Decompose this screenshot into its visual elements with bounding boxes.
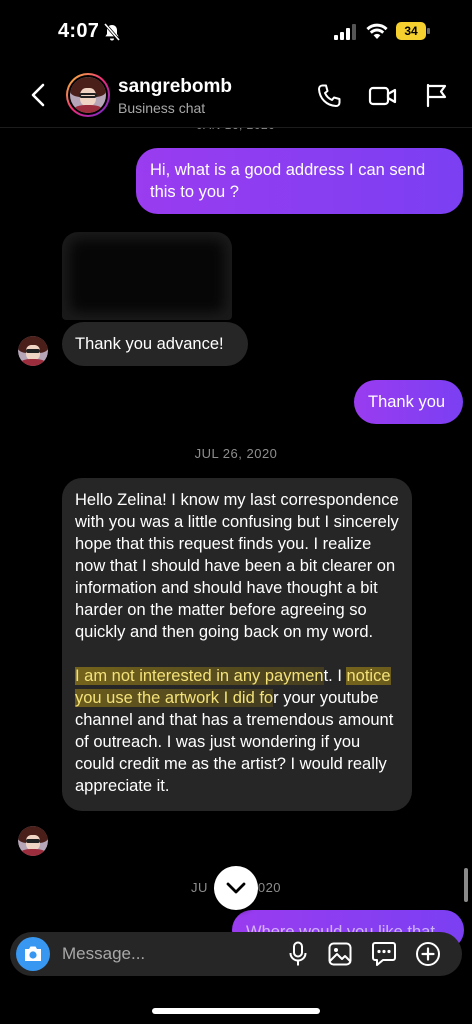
contact-name[interactable]: sangrebomb bbox=[118, 76, 232, 98]
sticker-chat-icon[interactable] bbox=[371, 941, 397, 967]
bell-muted-icon bbox=[103, 23, 121, 41]
video-camera-icon[interactable] bbox=[368, 84, 398, 108]
camera-button[interactable] bbox=[16, 937, 50, 971]
message-paragraph: Hello Zelina! I know my last corresponde… bbox=[75, 491, 399, 641]
battery-indicator: 34 bbox=[396, 22, 432, 40]
outgoing-message[interactable]: Thank you bbox=[354, 380, 463, 424]
date-separator: JUL 26, 2020 bbox=[194, 446, 278, 461]
scrollbar[interactable] bbox=[464, 868, 468, 902]
camera-icon bbox=[25, 946, 41, 961]
message-paragraph: I am not interested in any payment. I no… bbox=[75, 665, 399, 797]
chevron-down-icon bbox=[226, 882, 246, 894]
highlighted-text: I am not interested in any paymen bbox=[75, 667, 324, 685]
message-input[interactable] bbox=[62, 936, 272, 972]
wifi-icon bbox=[366, 23, 388, 39]
date-text: JU bbox=[190, 880, 208, 895]
cellular-signal-icon bbox=[334, 24, 356, 40]
redacted-media-attachment[interactable] bbox=[62, 232, 232, 320]
scroll-to-bottom-button[interactable] bbox=[214, 866, 258, 910]
message-composer bbox=[10, 932, 462, 976]
sender-avatar[interactable] bbox=[18, 826, 48, 856]
status-time: 4:07 bbox=[58, 20, 100, 42]
plus-circle-icon[interactable] bbox=[415, 941, 441, 967]
gallery-icon[interactable] bbox=[328, 942, 352, 966]
message-text: t. I bbox=[323, 667, 347, 685]
incoming-message[interactable]: Hello Zelina! I know my last corresponde… bbox=[62, 478, 412, 811]
phone-icon[interactable] bbox=[316, 83, 342, 109]
flag-icon[interactable] bbox=[424, 82, 448, 108]
contact-avatar[interactable] bbox=[66, 73, 110, 117]
sender-avatar[interactable] bbox=[18, 336, 48, 366]
date-text: 020 bbox=[257, 880, 282, 895]
incoming-message[interactable]: Thank you advance! bbox=[62, 322, 248, 366]
microphone-icon[interactable] bbox=[288, 941, 308, 967]
contact-subtitle: Business chat bbox=[118, 100, 206, 116]
back-arrow-icon[interactable] bbox=[28, 82, 48, 108]
battery-cap bbox=[427, 28, 430, 34]
chat-header: sangrebomb Business chat bbox=[0, 60, 472, 128]
status-bar: 4:07 34 bbox=[0, 0, 472, 60]
home-indicator[interactable] bbox=[152, 1008, 320, 1014]
outgoing-message[interactable]: Hi, what is a good address I can send th… bbox=[136, 148, 463, 214]
battery-level: 34 bbox=[396, 22, 426, 40]
